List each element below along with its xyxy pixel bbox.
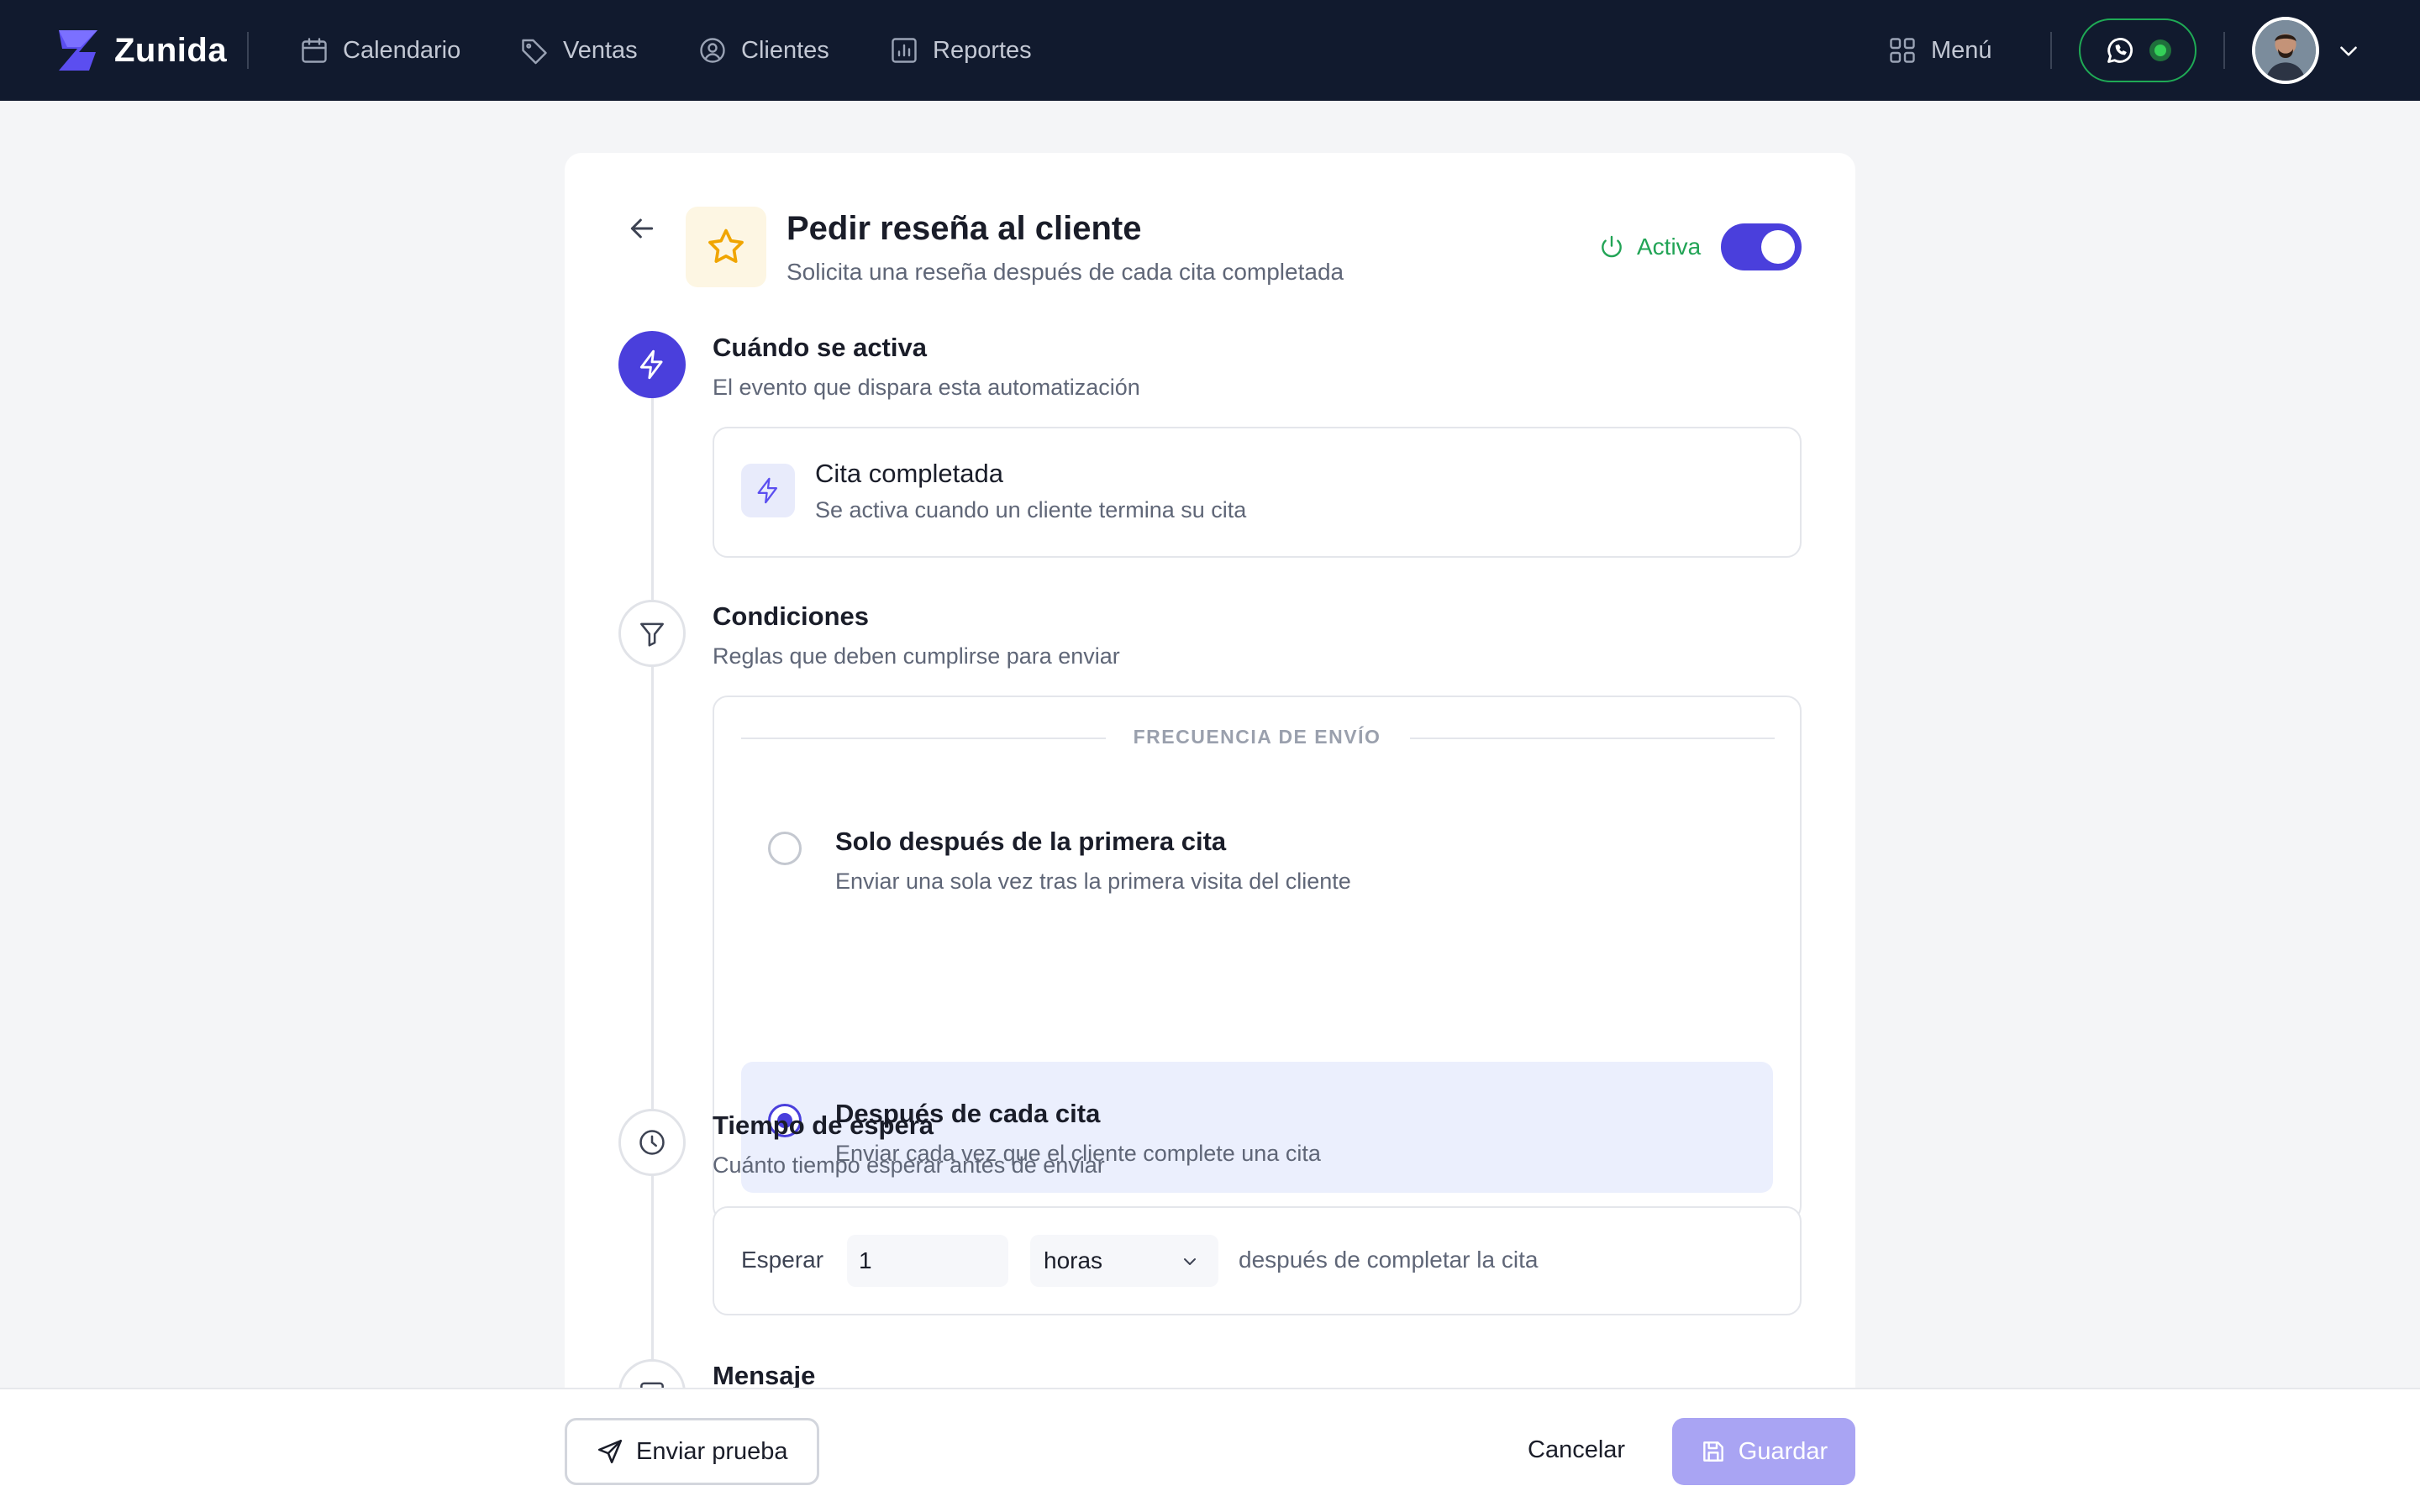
conditions-card: FRECUENCIA DE ENVÍO Solo después de la p… (713, 696, 1802, 1221)
lightning-icon (757, 477, 778, 504)
frequency-option-first-visit[interactable]: Solo después de la primera cita Enviar u… (741, 790, 1773, 921)
logo[interactable]: Zunida (55, 27, 227, 74)
trigger-step-icon (618, 331, 686, 398)
option-title: Solo después de la primera cita (835, 827, 1227, 856)
grid-icon (1890, 38, 1915, 63)
trigger-event-title: Cita completada (815, 459, 1004, 488)
step-title: Condiciones (713, 601, 870, 631)
save-label: Guardar (1738, 1437, 1828, 1465)
automation-editor-card: Pedir reseña al cliente Solicita una res… (565, 153, 1855, 1512)
nav-item-calendario[interactable]: Calendario (299, 32, 460, 69)
nav-item-label: Ventas (563, 36, 638, 64)
step-description: Reglas que deben cumplirse para enviar (713, 643, 1120, 669)
active-toggle[interactable] (1721, 223, 1802, 270)
status-label: Activa (1637, 234, 1702, 260)
avatar[interactable] (2252, 17, 2319, 84)
status-badge: Activa (1598, 234, 1701, 260)
tag-icon (522, 39, 547, 65)
radio-button[interactable] (768, 832, 802, 865)
page-subtitle: Solicita una reseña después de cada cita… (786, 259, 1344, 285)
trigger-event-description: Se activa cuando un cliente termina su c… (815, 497, 1247, 522)
automation-icon-box (686, 207, 766, 287)
menu-label: Menú (1931, 36, 1992, 64)
step-title: Mensaje (713, 1361, 816, 1390)
toggle-knob (1761, 230, 1795, 264)
step-description: Cuánto tiempo esperar antes de enviar (713, 1152, 1105, 1178)
section-label: FRECUENCIA DE ENVÍO (1133, 726, 1381, 748)
send-test-label: Enviar prueba (636, 1437, 788, 1465)
wait-card: Esperar horas después de completar la ci… (713, 1206, 1802, 1315)
send-test-button[interactable]: Enviar prueba (565, 1418, 819, 1485)
calendar-icon (302, 38, 327, 63)
nav-divider (2223, 32, 2225, 69)
wait-unit-select[interactable]: horas (1030, 1235, 1218, 1287)
app-name: Zunida (114, 31, 228, 69)
zunida-logo-icon (59, 30, 97, 71)
menu-button[interactable]: Menú (1887, 32, 1992, 69)
step-title: Cuándo se activa (713, 333, 927, 362)
back-arrow-icon[interactable] (625, 212, 659, 245)
page-title: Pedir reseña al cliente (786, 210, 1142, 247)
nav-item-label: Clientes (741, 36, 829, 64)
wait-unit-value: horas (1044, 1247, 1103, 1273)
save-icon (1702, 1441, 1723, 1462)
action-footer: Enviar prueba Cancelar Guardar (0, 1388, 2420, 1512)
wait-step-icon (618, 1109, 686, 1176)
power-icon (1602, 235, 1622, 258)
conditions-step-icon (618, 600, 686, 667)
nav-divider (2050, 32, 2052, 69)
wait-row: Esperar horas después de completar la ci… (714, 1208, 1800, 1314)
filter-icon (640, 622, 664, 647)
chevron-down-icon (1184, 1258, 1196, 1265)
whatsapp-status-button[interactable] (2079, 18, 2196, 82)
cancel-button[interactable]: Cancelar (1528, 1436, 1625, 1464)
whatsapp-icon (2107, 38, 2133, 63)
user-circle-icon (700, 38, 725, 63)
step-description: El evento que dispara esta automatizació… (713, 375, 1140, 400)
user-avatar-icon (2255, 20, 2316, 81)
option-description: Enviar una sola vez tras la primera visi… (835, 869, 1351, 894)
lightning-icon (639, 349, 663, 380)
wait-suffix-label: después de completar la cita (1239, 1247, 1539, 1273)
top-navbar: Zunida Calendario Ventas Clientes Report… (0, 0, 2420, 101)
nav-divider (247, 32, 249, 69)
nav-item-label: Calendario (343, 36, 461, 64)
connected-indicator (2149, 39, 2171, 61)
nav-item-reportes[interactable]: Reportes (889, 32, 1032, 69)
nav-item-clientes[interactable]: Clientes (697, 32, 829, 69)
save-button[interactable]: Guardar (1672, 1418, 1855, 1485)
wait-amount-input[interactable] (847, 1235, 1008, 1287)
nav-item-label: Reportes (933, 36, 1032, 64)
send-icon (597, 1439, 623, 1464)
step-title: Tiempo de espera (713, 1110, 934, 1140)
trigger-event-card[interactable]: Cita completada Se activa cuando un clie… (713, 427, 1802, 558)
wait-prefix-label: Esperar (741, 1247, 824, 1273)
star-icon (708, 228, 744, 263)
nav-item-ventas[interactable]: Ventas (519, 32, 638, 69)
trigger-event-icon-box (741, 464, 795, 517)
bar-chart-icon (892, 38, 917, 63)
clock-icon (639, 1130, 665, 1155)
chevron-down-icon[interactable] (2334, 37, 2363, 66)
